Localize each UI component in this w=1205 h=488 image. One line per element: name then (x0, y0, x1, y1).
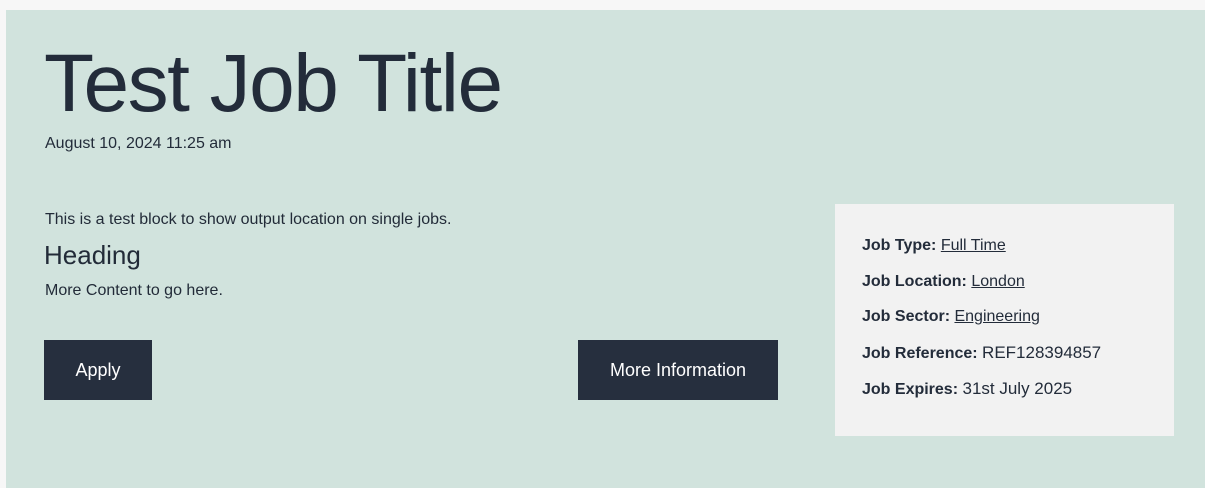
job-sector-label: Job Sector: (862, 308, 951, 325)
detail-job-location: Job Location: London (862, 272, 1174, 292)
more-information-button[interactable]: More Information (578, 340, 778, 400)
apply-button[interactable]: Apply (44, 340, 152, 400)
detail-job-reference: Job Reference: REF128394857 (862, 343, 1174, 364)
job-location-link[interactable]: London (971, 273, 1024, 290)
job-type-link[interactable]: Full Time (941, 237, 1006, 254)
job-reference-value: REF128394857 (982, 342, 1102, 362)
intro-text: This is a test block to show output loca… (45, 211, 452, 228)
detail-job-type: Job Type: Full Time (862, 236, 1174, 256)
content-heading: Heading (44, 240, 141, 270)
job-expires-value: 31st July 2025 (962, 379, 1073, 398)
detail-job-expires: Job Expires: 31st July 2025 (862, 379, 1174, 400)
job-reference-label: Job Reference: (862, 344, 978, 362)
job-type-label: Job Type: (862, 237, 937, 254)
post-date: August 10, 2024 11:25 am (45, 135, 232, 152)
job-location-label: Job Location: (862, 272, 967, 290)
content-body: More Content to go here. (45, 282, 223, 299)
detail-job-sector: Job Sector: Engineering (862, 307, 1174, 327)
job-title: Test Job Title (44, 38, 503, 129)
job-panel: Test Job Title August 10, 2024 11:25 am … (6, 10, 1205, 488)
job-expires-label: Job Expires: (862, 381, 959, 398)
page: Test Job Title August 10, 2024 11:25 am … (0, 0, 1205, 488)
job-sector-link[interactable]: Engineering (954, 308, 1039, 325)
job-details-box: Job Type: Full Time Job Location: London… (835, 204, 1174, 436)
